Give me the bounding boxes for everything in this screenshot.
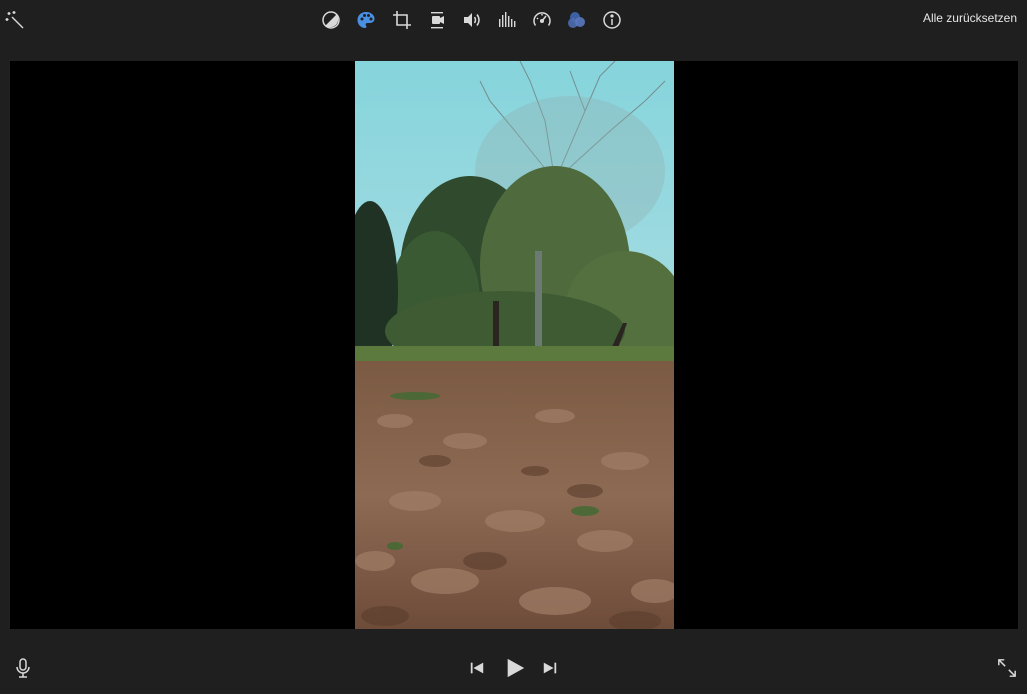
skip-back-icon[interactable] (468, 659, 486, 677)
color-correction-icon[interactable] (354, 8, 378, 32)
microphone-icon[interactable] (13, 657, 33, 679)
adjustments-toolbar: Alle zurücksetzen (0, 0, 1027, 42)
clip-filter-icon[interactable] (565, 8, 589, 32)
speed-icon[interactable] (530, 8, 554, 32)
imovie-viewer-window: Alle zurücksetzen (0, 0, 1027, 694)
stabilization-icon[interactable] (425, 8, 449, 32)
play-icon[interactable] (503, 656, 527, 680)
fullscreen-icon[interactable] (996, 657, 1018, 679)
info-icon[interactable] (600, 8, 624, 32)
noise-reduction-icon[interactable] (495, 8, 519, 32)
skip-forward-icon[interactable] (541, 659, 559, 677)
video-viewer[interactable] (10, 61, 1018, 629)
reset-all-button[interactable]: Alle zurücksetzen (923, 11, 1017, 25)
color-balance-icon[interactable] (319, 8, 343, 32)
magic-wand-icon[interactable] (3, 8, 27, 32)
volume-icon[interactable] (460, 8, 484, 32)
crop-icon[interactable] (390, 8, 414, 32)
video-frame (355, 61, 674, 629)
